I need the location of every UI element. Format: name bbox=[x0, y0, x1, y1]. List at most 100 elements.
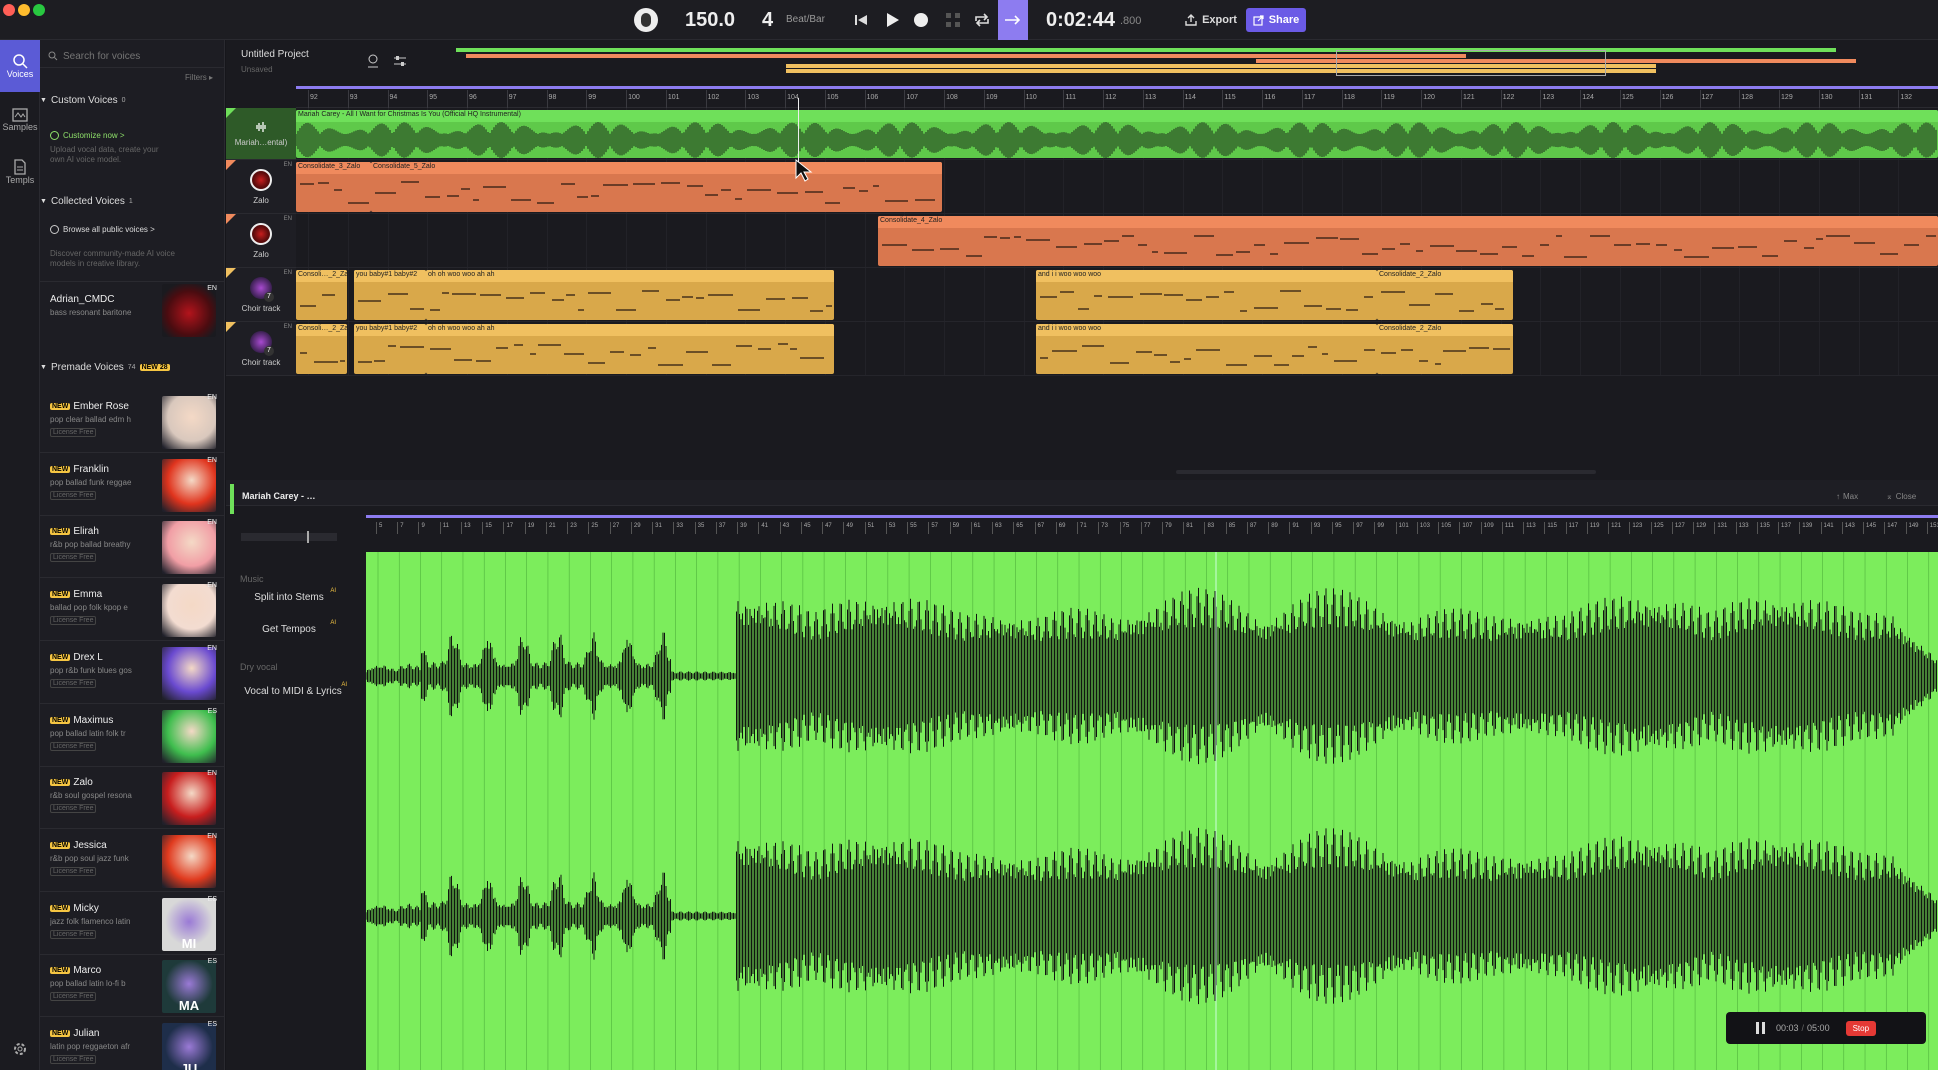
track-name: Zalo bbox=[253, 249, 269, 259]
track-clip[interactable]: Consolidate_2_Zalo bbox=[1377, 270, 1513, 320]
collected-voices-header[interactable]: ▼ Collected Voices 1 bbox=[40, 196, 133, 207]
timeline-ruler[interactable]: 92 93 94 95 96 97 98 99 100 101 102 103 104 105 106 107… bbox=[296, 90, 1938, 108]
grid-icon[interactable] bbox=[944, 11, 962, 29]
track-lane[interactable]: Consoli…_2_Zalo you baby#1 baby#2 oh oh wo… bbox=[296, 268, 1938, 322]
get-tempos-button[interactable]: Get Tempos AI bbox=[246, 620, 336, 635]
ai-tag: AI bbox=[330, 588, 336, 594]
track-header[interactable]: Mariah…ental) bbox=[226, 108, 296, 160]
premade-voice-item[interactable]: NEW Franklin pop ballad funk reggae Licen… bbox=[40, 453, 224, 516]
minimize-window-button[interactable] bbox=[18, 4, 30, 16]
browse-public-voices-link[interactable]: Browse all public voices > bbox=[50, 225, 155, 234]
close-window-button[interactable] bbox=[3, 4, 15, 16]
premade-voice-item[interactable]: NEW Micky jazz folk flamenco latin Licens… bbox=[40, 892, 224, 955]
track-clip[interactable]: and i i woo woo woo bbox=[1036, 270, 1377, 320]
track-clip[interactable]: oh oh woo woo ah ah bbox=[426, 324, 834, 374]
track-clip[interactable]: Consolidate_5_Zalo bbox=[371, 162, 942, 212]
maximize-window-button[interactable] bbox=[33, 4, 45, 16]
editor-ruler-number: 129 bbox=[1696, 523, 1707, 529]
editor-waveform[interactable] bbox=[366, 552, 1938, 1070]
sliders-icon[interactable] bbox=[393, 54, 407, 68]
customize-now-label: Customize now > bbox=[63, 131, 125, 140]
editor-ruler-number: 71 bbox=[1080, 523, 1087, 529]
track-header[interactable]: Zalo EN bbox=[226, 214, 296, 268]
vocal-to-midi-button[interactable]: Vocal to MIDI & Lyrics AI bbox=[243, 682, 347, 697]
pause-icon[interactable] bbox=[1756, 1022, 1768, 1034]
track-clip[interactable]: Consoli…_2_Zalo bbox=[296, 324, 347, 374]
record-icon[interactable] bbox=[914, 13, 928, 27]
track-clip[interactable]: you baby#1 baby#2 bbox=[354, 324, 426, 374]
new-tag: NEW bbox=[50, 904, 71, 912]
track-clip[interactable]: Consolidate_4_Zalo bbox=[878, 216, 1938, 266]
filters-button[interactable]: Filters ▸ bbox=[185, 73, 213, 82]
tempo-value[interactable]: 150.0 bbox=[685, 9, 735, 32]
ruler-bar-number: 112 bbox=[1105, 94, 1117, 101]
split-stems-button[interactable]: Split into Stems AI bbox=[246, 588, 336, 603]
premade-voice-item[interactable]: NEW Zalo r&b soul gospel resona License F… bbox=[40, 767, 224, 830]
settings-gear-icon[interactable] bbox=[11, 1040, 29, 1058]
custom-voices-header[interactable]: ▼ Custom Voices 0 bbox=[40, 95, 126, 106]
editor-ruler-number: 145 bbox=[1866, 523, 1877, 529]
premade-voice-item[interactable]: NEW Ember Rose pop clear ballad edm h Lic… bbox=[40, 391, 224, 453]
rail-templs[interactable]: Templs bbox=[0, 146, 40, 198]
voice-search-input[interactable] bbox=[63, 50, 203, 62]
track-clip[interactable]: Consolidate_2_Zalo bbox=[1377, 324, 1513, 374]
samples-icon bbox=[12, 108, 28, 122]
play-icon[interactable] bbox=[882, 10, 902, 30]
premade-voice-item[interactable]: NEW Maximus pop ballad latin folk tr Lice… bbox=[40, 704, 224, 767]
track-header[interactable]: 7 Choir track EN bbox=[226, 268, 296, 322]
premade-voice-item[interactable]: NEW Drex L pop r&b funk blues gos License… bbox=[40, 641, 224, 704]
track-clip[interactable]: you baby#1 baby#2 bbox=[354, 270, 426, 320]
loop-icon[interactable] bbox=[972, 10, 992, 30]
track-lane[interactable]: Mariah Carey - All I Want for Christmas … bbox=[296, 108, 1938, 160]
track-clip[interactable]: oh oh woo woo ah ah bbox=[426, 270, 834, 320]
track-clip[interactable]: and i i woo woo woo bbox=[1036, 324, 1377, 374]
maximize-editor-button[interactable]: ↑ Max bbox=[1836, 492, 1858, 501]
minimap-viewport[interactable] bbox=[1336, 50, 1606, 76]
editor-loop-bar[interactable] bbox=[366, 515, 1938, 518]
voices-panel: Filters ▸ ▼ Custom Voices 0 Customize no… bbox=[40, 40, 225, 1070]
voice-avatar bbox=[162, 772, 216, 826]
premade-voice-item[interactable]: NEW Emma ballad pop folk kpop e License F… bbox=[40, 579, 224, 642]
voice-search[interactable] bbox=[48, 46, 220, 66]
editor-ruler[interactable]: 5 7 9 11 13 15 17 19 21 23 25 27 29 31 33 35 37 39 41 43 45 4… bbox=[366, 520, 1938, 534]
track-lane[interactable]: Consolidate_4_Zalo bbox=[296, 214, 1938, 268]
playhead[interactable] bbox=[798, 98, 799, 164]
track-header[interactable]: Zalo EN bbox=[226, 160, 296, 214]
overview-minimap[interactable] bbox=[456, 48, 1896, 88]
skip-back-icon[interactable] bbox=[852, 11, 870, 29]
share-button[interactable]: Share bbox=[1246, 8, 1306, 32]
editor-ruler-number: 55 bbox=[910, 523, 917, 529]
customize-now-link[interactable]: Customize now > bbox=[50, 131, 125, 140]
editor-ruler-number: 109 bbox=[1483, 523, 1494, 529]
premade-voices-header[interactable]: ▼ Premade Voices 74 NEW 28 bbox=[40, 362, 170, 373]
rail-samples[interactable]: Samples bbox=[0, 94, 40, 146]
close-editor-button[interactable]: ⌅ Close bbox=[1886, 492, 1916, 501]
project-title[interactable]: Untitled Project bbox=[241, 49, 309, 60]
horizontal-scrollbar[interactable] bbox=[1176, 470, 1596, 474]
track-clip[interactable]: Consoli…_2_Zalo bbox=[296, 270, 347, 320]
track-lane[interactable]: Consolidate_3_Zalo Consolidate_5_Zalo bbox=[296, 160, 1938, 214]
beats-per-bar-value[interactable]: 4 bbox=[762, 9, 773, 32]
tuner-icon[interactable] bbox=[366, 54, 380, 68]
metronome-icon[interactable] bbox=[634, 8, 658, 32]
editor-ruler-number: 53 bbox=[888, 523, 896, 529]
track-clip[interactable]: Consolidate_3_Zalo bbox=[296, 162, 371, 212]
ruler-bar-number: 130 bbox=[1820, 94, 1833, 101]
follow-playhead-button[interactable] bbox=[998, 0, 1028, 40]
collapse-caret-icon: ▼ bbox=[40, 364, 47, 371]
editor-ruler-number: 107 bbox=[1462, 523, 1473, 529]
premade-voice-item[interactable]: NEW Jessica r&b pop soul jazz funk Licens… bbox=[40, 829, 224, 892]
track-clip[interactable]: Mariah Carey - All I Want for Christmas … bbox=[296, 110, 1938, 158]
track-lane[interactable]: Consoli…_2_Zalo you baby#1 baby#2 oh oh wo… bbox=[296, 322, 1938, 376]
premade-voice-item[interactable]: NEW Julian latin pop reggaeton afr Licens… bbox=[40, 1018, 224, 1070]
premade-voice-item[interactable]: NEW Marco pop ballad latin lo-fi b Licens… bbox=[40, 955, 224, 1018]
track-header[interactable]: 7 Choir track EN bbox=[226, 322, 296, 376]
premade-voice-item[interactable]: NEW Elirah r&b pop ballad breathy License… bbox=[40, 516, 224, 579]
loop-region-bar[interactable] bbox=[296, 86, 1938, 89]
collected-voice-item[interactable]: Adrian_CMDC bass resonant baritone EN bbox=[40, 281, 224, 343]
rail-voices[interactable]: Voices bbox=[0, 40, 40, 92]
editor-volume-slider[interactable] bbox=[241, 531, 337, 543]
voice-desc: r&b pop soul jazz funk bbox=[50, 853, 129, 863]
export-button[interactable]: Export bbox=[1176, 10, 1246, 30]
stop-button[interactable]: Stop bbox=[1845, 1020, 1877, 1036]
